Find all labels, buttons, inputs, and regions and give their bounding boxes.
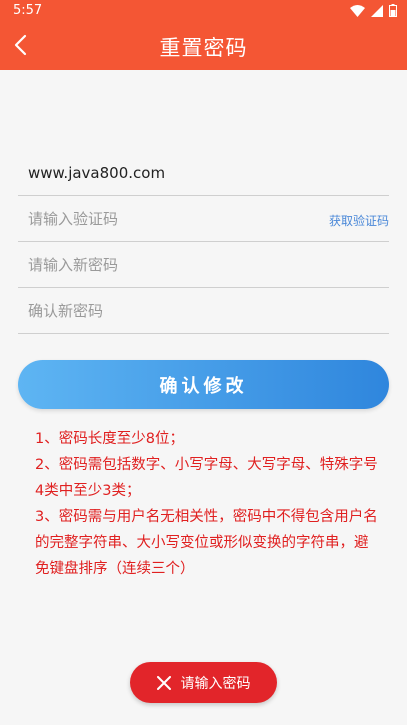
rule-item: 2、密码需包括数字、小写字母、大写字母、特殊字号4类中至少3类；: [35, 457, 378, 499]
account-input[interactable]: [28, 160, 298, 186]
battery-icon: [389, 4, 397, 17]
status-icons: [350, 4, 397, 17]
code-field: 获取验证码: [18, 196, 389, 242]
app-bar: 5:57 重置密码: [0, 0, 407, 70]
new-password-field: [18, 242, 389, 288]
rule-item: 1、密码长度至少8位；: [35, 431, 184, 447]
status-time: 5:57: [13, 3, 43, 18]
password-rules: 1、密码长度至少8位； 2、密码需包括数字、小写字母、大写字母、特殊字号4类中至…: [35, 426, 380, 582]
close-icon: [156, 675, 171, 690]
new-password-input[interactable]: [28, 252, 298, 278]
confirm-button[interactable]: 确认修改: [18, 360, 389, 409]
account-field: [18, 150, 389, 196]
toast: 请输入密码: [130, 662, 277, 703]
wifi-icon: [350, 4, 365, 17]
signal-icon: [371, 4, 383, 17]
code-input[interactable]: [28, 206, 298, 232]
confirm-password-field: [18, 288, 389, 334]
rule-item: 3、密码需与用户名无相关性，密码中不得包含用户名的完整字符串、大小写变位或形似变…: [35, 509, 378, 577]
get-code-button[interactable]: 获取验证码: [329, 212, 389, 229]
page-title: 重置密码: [159, 36, 248, 60]
toast-message: 请输入密码: [180, 675, 251, 692]
status-bar: 5:57: [0, 0, 407, 22]
confirm-password-input[interactable]: [28, 298, 298, 324]
